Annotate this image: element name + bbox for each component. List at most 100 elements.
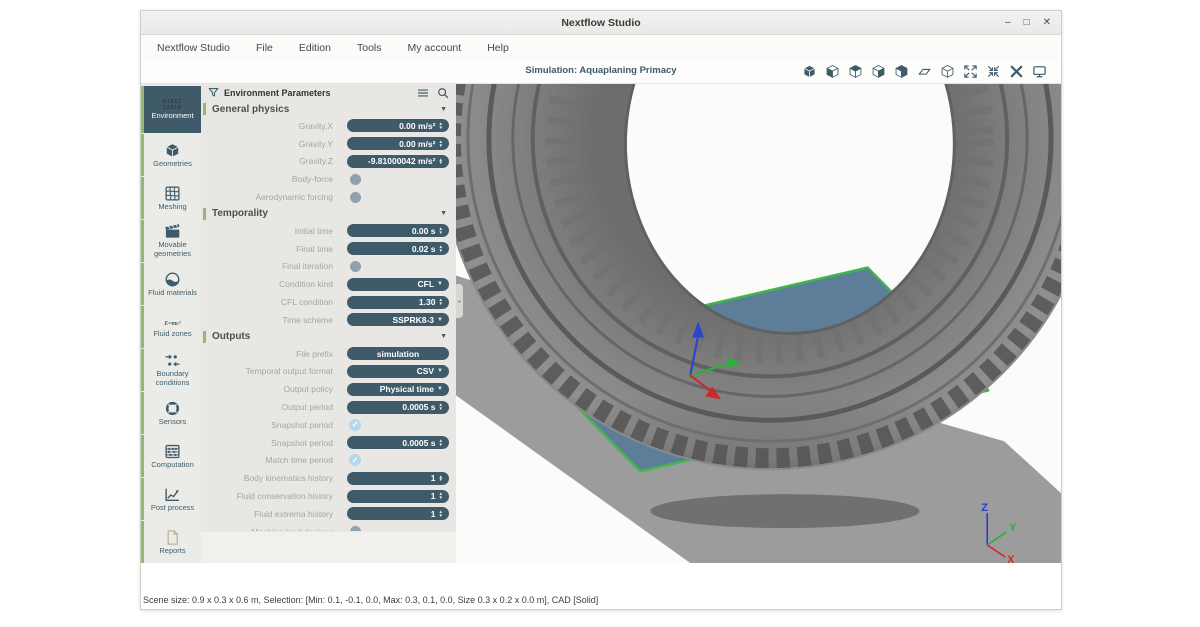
module-sidebar: 0101111010EnvironmentGeometriesMeshingMo… xyxy=(141,84,201,563)
file-prefix-input[interactable]: simulation xyxy=(347,347,449,360)
fluid-conservation-history-spinner[interactable]: 1 ▲▼ xyxy=(347,490,449,503)
param-row-output-policy: Output policy Physical time ▼ xyxy=(201,380,456,398)
spinner-arrows-icon[interactable]: ▲▼ xyxy=(438,227,443,234)
aerodynamic-forcing-toggle[interactable] xyxy=(350,192,361,203)
time-scheme-dropdown[interactable]: SSPRK8-3 ▼ xyxy=(347,313,449,326)
cube-face-right-icon[interactable] xyxy=(894,64,909,79)
sidebar-accent-bar xyxy=(141,349,144,391)
spinner-arrows-icon[interactable]: ▲▼ xyxy=(438,245,443,252)
final-time-spinner[interactable]: 0.02 s ▲▼ xyxy=(347,242,449,255)
menu-item-edition[interactable]: Edition xyxy=(299,42,331,54)
section-header-general-physics[interactable]: General physics ▼ xyxy=(201,101,456,117)
cfl-condition-spinner[interactable]: 1.30 ▲▼ xyxy=(347,296,449,309)
filter-funnel-icon[interactable] xyxy=(208,87,219,98)
output-policy-dropdown[interactable]: Physical time ▼ xyxy=(347,383,449,396)
param-label: Machine load devices xyxy=(201,527,341,531)
spinner-arrows-icon[interactable]: ▲▼ xyxy=(438,158,443,165)
param-row-final-time: Final time 0.02 s ▲▼ xyxy=(201,240,456,258)
sidebar-item-fluid-materials[interactable]: Fluid materials xyxy=(141,263,201,305)
dropdown-value: SSPRK8-3 xyxy=(392,315,434,325)
dropdown-caret-icon: ▼ xyxy=(437,368,443,374)
desktop: Nextflow Studio – □ ✕ Nextflow StudioFil… xyxy=(0,0,1200,627)
spinner-arrows-icon[interactable]: ▲▼ xyxy=(438,403,443,410)
search-icon[interactable] xyxy=(437,87,449,99)
gravity-y-spinner[interactable]: 0.00 m/s² ▲▼ xyxy=(347,137,449,150)
sidebar-item-meshing[interactable]: Meshing xyxy=(141,177,201,219)
final-iteration-toggle[interactable] xyxy=(350,261,361,272)
snapshot-period-2-spinner[interactable]: 0.0005 s ▲▼ xyxy=(347,436,449,449)
param-row-body-force: Body-force xyxy=(201,170,456,188)
param-label: Match time period xyxy=(201,455,341,465)
gravity-x-spinner[interactable]: 0.00 m/s² ▲▼ xyxy=(347,119,449,132)
sidebar-accent-bar xyxy=(141,134,144,176)
collapse-chevron-icon[interactable]: ▼ xyxy=(440,333,447,340)
expand-view-icon[interactable] xyxy=(963,64,978,79)
collapse-chevron-icon[interactable]: ▼ xyxy=(440,106,447,113)
machine-load-devices-toggle[interactable] xyxy=(350,526,361,531)
fluid-extrema-history-spinner[interactable]: 1 ▲▼ xyxy=(347,507,449,520)
sidebar-item-post-process[interactable]: Post process xyxy=(141,478,201,520)
field-value: 0.00 s xyxy=(412,226,436,236)
section-header-outputs[interactable]: Outputs ▼ xyxy=(201,329,456,345)
fluid-sphere-icon xyxy=(164,271,181,288)
section-title: General physics xyxy=(212,104,289,115)
param-label: Fluid extrema history xyxy=(201,509,341,519)
temporal-output-format-dropdown[interactable]: CSV ▼ xyxy=(347,365,449,378)
cube-face-left-icon[interactable] xyxy=(825,64,840,79)
snapshot-period-checkbox[interactable]: ✓ xyxy=(349,419,361,431)
spinner-arrows-icon[interactable]: ▲▼ xyxy=(438,475,443,482)
sidebar-item-sensors[interactable]: Sensors xyxy=(141,392,201,434)
screen-icon[interactable] xyxy=(1032,64,1047,79)
sidebar-item-reports[interactable]: Reports xyxy=(141,521,201,563)
sidebar-item-geometries[interactable]: Geometries xyxy=(141,134,201,176)
field-value: -9.81000042 m/s² xyxy=(368,156,436,166)
spinner-arrows-icon[interactable]: ▲▼ xyxy=(438,492,443,499)
menu-item-file[interactable]: File xyxy=(256,42,273,54)
output-period-spinner[interactable]: 0.0005 s ▲▼ xyxy=(347,401,449,414)
simulation-label: Simulation: Aquaplaning Primacy xyxy=(525,65,676,76)
minimize-button[interactable]: – xyxy=(1005,18,1011,28)
sidebar-item-movable-geometries[interactable]: Movable geometries xyxy=(141,220,201,262)
cube-wire-icon[interactable] xyxy=(940,64,955,79)
spinner-arrows-icon[interactable]: ▲▼ xyxy=(438,140,443,147)
body-kinematics-history-spinner[interactable]: 1 ▲▼ xyxy=(347,472,449,485)
collapse-chevron-icon[interactable]: ▼ xyxy=(440,210,447,217)
scene-status-text: Scene size: 0.9 x 0.3 x 0.6 m, Selection… xyxy=(143,595,598,605)
panel-resize-handle[interactable]: ◂ xyxy=(456,284,463,318)
view-toolbar-icons xyxy=(802,64,1047,79)
svg-text:E=mc²: E=mc² xyxy=(164,321,181,327)
menu-item-tools[interactable]: Tools xyxy=(357,42,382,54)
spinner-arrows-icon[interactable]: ▲▼ xyxy=(438,439,443,446)
spinner-arrows-icon[interactable]: ▲▼ xyxy=(438,510,443,517)
panel-header-icons xyxy=(417,87,449,99)
hamburger-menu-icon[interactable] xyxy=(417,88,429,98)
menu-item-help[interactable]: Help xyxy=(487,42,509,54)
section-accent-bar xyxy=(203,208,206,220)
sidebar-item-boundary-conditions[interactable]: Boundary conditions xyxy=(141,349,201,391)
field-value: 1 xyxy=(431,509,436,519)
cube-solid-icon[interactable] xyxy=(802,64,817,79)
param-row-output-period: Output period 0.0005 s ▲▼ xyxy=(201,398,456,416)
spinner-arrows-icon[interactable]: ▲▼ xyxy=(438,298,443,305)
plane-view-icon[interactable] xyxy=(917,64,932,79)
3d-viewport[interactable]: Z Y X ◂ xyxy=(456,84,1061,563)
spinner-arrows-icon[interactable]: ▲▼ xyxy=(438,122,443,129)
cube-face-back-icon[interactable] xyxy=(848,64,863,79)
cube-face-front-icon[interactable] xyxy=(871,64,886,79)
close-button[interactable]: ✕ xyxy=(1043,18,1051,28)
condition-kind-dropdown[interactable]: CFL ▼ xyxy=(347,278,449,291)
initial-time-spinner[interactable]: 0.00 s ▲▼ xyxy=(347,224,449,237)
param-row-gravity-z: Gravity.Z -9.81000042 m/s² ▲▼ xyxy=(201,153,456,171)
body-force-toggle[interactable] xyxy=(350,174,361,185)
gravity-z-spinner[interactable]: -9.81000042 m/s² ▲▼ xyxy=(347,155,449,168)
sidebar-item-computation[interactable]: Computation xyxy=(141,435,201,477)
menu-item-my-account[interactable]: My account xyxy=(408,42,462,54)
match-time-period-checkbox[interactable]: ✓ xyxy=(349,454,361,466)
cross-tools-icon[interactable] xyxy=(1009,64,1024,79)
section-header-temporality[interactable]: Temporality ▼ xyxy=(201,206,456,222)
sidebar-item-fluid-zones[interactable]: E=mc²Fluid zones xyxy=(141,306,201,348)
maximize-button[interactable]: □ xyxy=(1024,18,1030,28)
shrink-view-icon[interactable] xyxy=(986,64,1001,79)
sidebar-item-environment[interactable]: 0101111010Environment xyxy=(141,86,201,133)
menu-item-nextflow-studio[interactable]: Nextflow Studio xyxy=(157,42,230,54)
